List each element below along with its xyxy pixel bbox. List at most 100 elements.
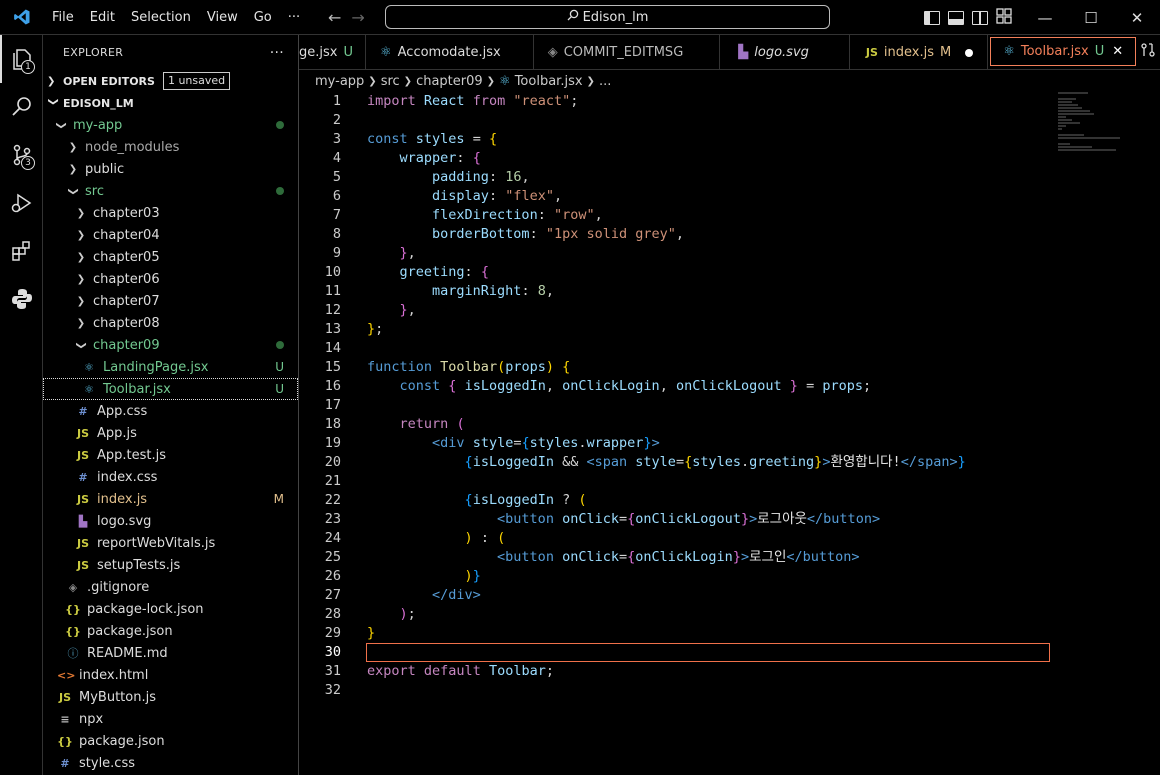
python-icon[interactable] xyxy=(0,275,43,323)
tree-file-app-test[interactable]: JS App.test.js xyxy=(43,444,298,466)
explorer-icon[interactable]: 1 xyxy=(0,35,43,83)
breadcrumb-item[interactable]: src xyxy=(381,74,400,89)
tree-file-index-js[interactable]: JS index.js M xyxy=(43,488,298,510)
breadcrumb-item[interactable]: chapter09 xyxy=(416,74,483,89)
open-editors-section[interactable]: ❯ OPEN EDITORS 1 unsaved xyxy=(43,70,298,92)
html-file-icon: <> xyxy=(57,668,76,682)
code-line: flexDirection: "row", xyxy=(432,207,603,223)
git-status: M xyxy=(273,492,284,506)
maximize-icon[interactable]: ☐ xyxy=(1068,0,1114,35)
tree-folder-chapter05[interactable]: ❯ chapter05 xyxy=(43,246,298,268)
tree-file-package-json[interactable]: {} package.json xyxy=(43,620,298,642)
window-controls: — ☐ ✕ xyxy=(1022,0,1160,35)
tree-label: reportWebVitals.js xyxy=(97,535,216,551)
tab-landingpage[interactable]: ge.jsx U xyxy=(299,35,366,70)
command-center-search[interactable]: Edison_lm xyxy=(385,5,830,29)
js-file-icon: JS xyxy=(76,492,89,506)
git-status: U xyxy=(275,382,284,396)
tree-file-package-lock[interactable]: {} package-lock.json xyxy=(43,598,298,620)
tree-file-style-css[interactable]: # style.css xyxy=(43,752,298,774)
line-number: 28 xyxy=(324,606,341,622)
close-icon[interactable]: ✕ xyxy=(1114,0,1160,35)
tree-folder-node-modules[interactable]: ❯ node_modules xyxy=(43,136,298,158)
tree-file-logo-svg[interactable]: ▙ logo.svg xyxy=(43,510,298,532)
tree-label: node_modules xyxy=(85,139,180,155)
menu-selection[interactable]: Selection xyxy=(123,0,199,35)
tree-file-index-css[interactable]: # index.css xyxy=(43,466,298,488)
explorer-header: EXPLORER ··· xyxy=(43,35,298,70)
tree-folder-my-app[interactable]: ❯ my-app xyxy=(43,114,298,136)
code-line: borderBottom: "1px solid grey", xyxy=(432,226,685,242)
workspace-root-section[interactable]: ❯ EDISON_LM xyxy=(43,92,298,114)
run-debug-icon[interactable] xyxy=(0,179,43,227)
tree-file-gitignore[interactable]: ◈ .gitignore xyxy=(43,576,298,598)
breadcrumb-item[interactable]: Toolbar.jsx xyxy=(515,74,583,89)
file-lines-icon: ≡ xyxy=(60,712,70,726)
react-file-icon: ⚛ xyxy=(1003,44,1015,59)
menu-view[interactable]: View xyxy=(199,0,246,35)
line-number: 31 xyxy=(324,663,341,679)
open-changes-icon[interactable] xyxy=(1140,42,1156,62)
breadcrumb-item[interactable]: my-app xyxy=(315,74,364,89)
tab-commit-editmsg[interactable]: ◈ COMMIT_EDITMSG xyxy=(534,35,721,70)
tree-file-app-js[interactable]: JS App.js xyxy=(43,422,298,444)
toggle-secondary-sidebar-icon[interactable] xyxy=(972,10,988,25)
line-number: 32 xyxy=(324,682,341,698)
tree-file-setuptests[interactable]: JS setupTests.js xyxy=(43,554,298,576)
tree-folder-src[interactable]: ❯ src xyxy=(43,180,298,202)
tree-file-toolbar[interactable]: ⚛ Toolbar.jsx U xyxy=(43,378,298,400)
tree-file-readme[interactable]: ⓘ README.md xyxy=(43,642,298,664)
tree-file-app-css[interactable]: # App.css xyxy=(43,400,298,422)
unsaved-dot-icon[interactable] xyxy=(965,48,974,57)
line-number: 18 xyxy=(324,416,341,432)
close-tab-icon[interactable]: ✕ xyxy=(1112,44,1123,59)
tree-file-reportwebvitals[interactable]: JS reportWebVitals.js xyxy=(43,532,298,554)
toggle-primary-sidebar-icon[interactable] xyxy=(924,10,940,25)
file-tree: ❯ my-app ❯ node_modules ❯ public ❯ src ❯… xyxy=(43,114,298,774)
tab-status: U xyxy=(1094,44,1105,59)
extensions-icon[interactable] xyxy=(0,227,43,275)
title-bar: File Edit Selection View Go ··· ← → Edis… xyxy=(0,0,1160,35)
forward-arrow-icon[interactable]: → xyxy=(351,8,364,27)
chevron-right-icon: ❯ xyxy=(486,75,496,87)
code-editor[interactable]: 1 import React from "react"; 2 3 const sty… xyxy=(299,92,1160,775)
tree-file-mybutton[interactable]: JS MyButton.js xyxy=(43,686,298,708)
tree-file-npx[interactable]: ≡ npx xyxy=(43,708,298,730)
line-number: 12 xyxy=(324,302,341,318)
tree-label: style.css xyxy=(79,755,135,771)
tree-folder-chapter07[interactable]: ❯ chapter07 xyxy=(43,290,298,312)
tree-folder-chapter04[interactable]: ❯ chapter04 xyxy=(43,224,298,246)
source-control-icon[interactable]: 3 xyxy=(0,131,43,179)
minimap[interactable] xyxy=(1058,92,1128,162)
editor-tabs: ge.jsx U ⚛ Accomodate.jsx ◈ COMMIT_EDITM… xyxy=(299,35,1160,70)
tree-folder-chapter09[interactable]: ❯ chapter09 xyxy=(43,334,298,356)
modified-dot xyxy=(276,121,284,129)
tree-folder-public[interactable]: ❯ public xyxy=(43,158,298,180)
tree-file-index-html[interactable]: <> index.html xyxy=(43,664,298,686)
minimize-icon[interactable]: — xyxy=(1022,0,1068,35)
menu-edit[interactable]: Edit xyxy=(82,0,123,35)
back-arrow-icon[interactable]: ← xyxy=(328,8,341,27)
menu-go[interactable]: Go xyxy=(246,0,280,35)
chevron-right-icon: ❯ xyxy=(68,163,78,175)
tree-file-root-package-json[interactable]: {} package.json xyxy=(43,730,298,752)
tree-label: chapter03 xyxy=(93,205,160,221)
customize-layout-icon[interactable] xyxy=(996,7,1012,28)
breadcrumb-item[interactable]: ... xyxy=(599,74,611,89)
tab-toolbar[interactable]: ⚛ Toolbar.jsx U ✕ xyxy=(990,37,1137,66)
search-activity-icon[interactable] xyxy=(0,83,43,131)
tree-file-landingpage[interactable]: ⚛ LandingPage.jsx U xyxy=(43,356,298,378)
tree-label: LandingPage.jsx xyxy=(103,359,209,375)
tree-folder-chapter06[interactable]: ❯ chapter06 xyxy=(43,268,298,290)
tab-logo-svg[interactable]: ▙ logo.svg xyxy=(720,35,850,70)
explorer-more-icon[interactable]: ··· xyxy=(270,45,284,61)
tree-folder-chapter08[interactable]: ❯ chapter08 xyxy=(43,312,298,334)
tree-folder-chapter03[interactable]: ❯ chapter03 xyxy=(43,202,298,224)
toggle-panel-icon[interactable] xyxy=(948,10,964,25)
tree-label: my-app xyxy=(73,117,123,133)
tab-accomodate[interactable]: ⚛ Accomodate.jsx xyxy=(366,35,534,70)
breadcrumb: my-app ❯ src ❯ chapter09 ❯ ⚛ Toolbar.jsx… xyxy=(299,70,611,92)
menu-more[interactable]: ··· xyxy=(280,0,308,35)
menu-file[interactable]: File xyxy=(44,0,82,35)
tab-index-js[interactable]: JS index.js M xyxy=(850,35,989,70)
